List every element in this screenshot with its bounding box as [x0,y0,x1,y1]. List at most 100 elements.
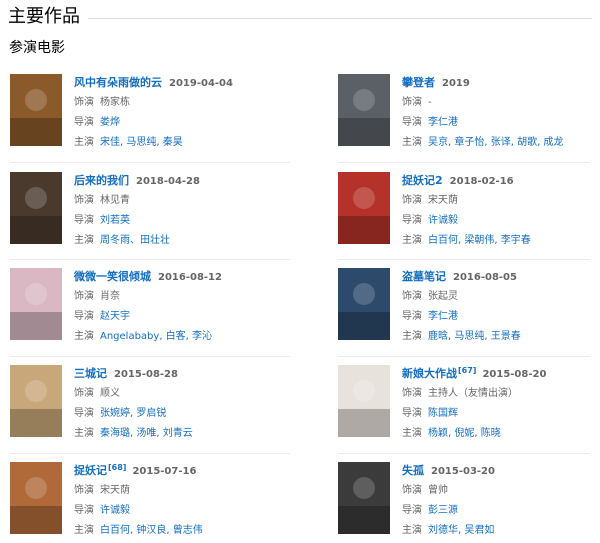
role-value: 肖奈 [100,291,120,302]
director-label: 导演 [74,117,94,128]
cast-row: 主演 白百何, 钟汉良, 曾志伟 [74,522,290,540]
film-date: 2019-04-04 [169,78,233,89]
director-label: 导演 [402,117,422,128]
film-card: 攀登者 2019 饰演 - 导演 李仁港 主演 吴京, 章子怡, 张译, 胡歌, 成龙 [338,74,600,154]
film-info: 盗墓笔记 2016-08-05 饰演 张起灵 导演 李仁港 主演 鹿晗, 马思纯, 王景… [402,268,600,346]
film-title-link[interactable]: 攀登者 [402,76,435,89]
cast-links[interactable]: 吴京, 章子怡, 张译, 胡歌, 成龙 [428,137,563,148]
director-row: 导演 娄烨 [74,114,290,132]
subsection-title: 参演电影 [9,40,65,56]
cast-row: 主演 周冬雨、田壮壮 [74,232,290,250]
cast-label: 主演 [402,235,422,246]
cast-label: 主演 [402,137,422,148]
film-title-link[interactable]: 捉妖记2 [402,174,443,187]
reference-link[interactable]: [67] [458,366,476,375]
row-divider [338,162,590,163]
cast-links[interactable]: 刘德华, 吴君如 [428,525,494,536]
film-title-link[interactable]: 新娘大作战 [402,367,457,380]
cast-row: 主演 秦海璐, 汤唯, 刘青云 [74,425,290,443]
director-link[interactable]: 许诚毅 [100,505,130,516]
cast-label: 主演 [74,525,94,536]
director-row: 导演 张婉婷, 罗启锐 [74,405,290,423]
film-poster[interactable] [338,172,390,244]
role-row: 饰演 曾帅 [402,482,600,500]
film-title-link[interactable]: 失孤 [402,464,424,477]
film-poster[interactable] [10,462,62,534]
film-title-link[interactable]: 后来的我们 [74,174,129,187]
film-poster[interactable] [10,365,62,437]
film-poster[interactable] [10,268,62,340]
director-link[interactable]: 许诚毅 [428,215,458,226]
director-link[interactable]: 彭三源 [428,505,458,516]
role-label: 饰演 [402,485,422,496]
role-label: 饰演 [74,291,94,302]
film-info: 攀登者 2019 饰演 - 导演 李仁港 主演 吴京, 章子怡, 张译, 胡歌, 成龙 [402,74,600,152]
role-label: 饰演 [74,388,94,399]
director-link[interactable]: 赵天宇 [100,311,130,322]
role-value: 张起灵 [428,291,458,302]
film-info: 三城记 2015-08-28 饰演 顺义 导演 张婉婷, 罗启锐 主演 秦海璐, 汤唯,… [74,365,290,443]
director-link[interactable]: 李仁港 [428,311,458,322]
director-link[interactable]: 张婉婷, 罗启锐 [100,408,166,419]
director-label: 导演 [402,408,422,419]
role-value: - [428,97,432,108]
role-label: 饰演 [402,388,422,399]
section-divider [88,18,592,19]
film-date: 2015-08-20 [482,369,547,380]
cast-links[interactable]: 鹿晗, 马思纯, 王景春 [428,331,521,342]
director-row: 导演 许诚毅 [402,212,600,230]
film-info: 风中有朵雨做的云 2019-04-04 饰演 杨家栋 导演 娄烨 主演 宋佳, 马思纯,… [74,74,290,152]
film-info: 捉妖记[68] 2015-07-16 饰演 宋天荫 导演 许诚毅 主演 白百何, 钟汉良… [74,462,290,540]
film-card: 失孤 2015-03-20 饰演 曾帅 导演 彭三源 主演 刘德华, 吴君如 [338,462,600,542]
director-link[interactable]: 刘若英 [100,215,130,226]
film-title-link[interactable]: 微微一笑很倾城 [74,270,151,283]
film-title-link[interactable]: 风中有朵雨做的云 [74,76,162,89]
film-date: 2018-04-28 [136,176,200,187]
director-label: 导演 [402,311,422,322]
cast-links[interactable]: Angelababy, 白客, 李沁 [100,331,212,342]
cast-links[interactable]: 白百何, 钟汉良, 曾志伟 [100,525,203,536]
film-card: 捉妖记2 2018-02-16 饰演 宋天荫 导演 许诚毅 主演 白百何, 梁朝伟, 李… [338,172,600,252]
film-poster[interactable] [338,365,390,437]
film-title-link[interactable]: 捉妖记 [74,464,107,477]
film-info: 微微一笑很倾城 2016-08-12 饰演 肖奈 导演 赵天宇 主演 Angelabab… [74,268,290,346]
role-value: 曾帅 [428,485,448,496]
role-label: 饰演 [402,195,422,206]
section-header: 主要作品 [8,4,592,30]
role-row: 饰演 - [402,94,600,112]
director-link[interactable]: 陈国辉 [428,408,458,419]
film-card: 盗墓笔记 2016-08-05 饰演 张起灵 导演 李仁港 主演 鹿晗, 马思纯, 王景… [338,268,600,348]
role-label: 饰演 [74,485,94,496]
director-row: 导演 许诚毅 [74,502,290,520]
row-divider [10,259,290,260]
cast-label: 主演 [74,137,94,148]
cast-links[interactable]: 宋佳, 马思纯, 秦昊 [100,137,183,148]
director-label: 导演 [74,311,94,322]
cast-links[interactable]: 杨颖, 倪妮, 陈晓 [428,428,501,439]
cast-links[interactable]: 白百何, 梁朝伟, 李宇春 [428,235,531,246]
film-title-link[interactable]: 盗墓笔记 [402,270,446,283]
cast-links[interactable]: 周冬雨、田壮壮 [100,235,170,246]
role-row: 饰演 宋天荫 [402,192,600,210]
film-title-link[interactable]: 三城记 [74,367,107,380]
film-poster[interactable] [338,462,390,534]
cast-row: 主演 鹿晗, 马思纯, 王景春 [402,328,600,346]
director-link[interactable]: 李仁港 [428,117,458,128]
film-poster[interactable] [338,74,390,146]
film-info: 捉妖记2 2018-02-16 饰演 宋天荫 导演 许诚毅 主演 白百何, 梁朝伟, 李… [402,172,600,250]
reference-link[interactable]: [68] [108,463,126,472]
film-date: 2016-08-12 [158,272,222,283]
role-row: 饰演 杨家栋 [74,94,290,112]
film-date: 2015-07-16 [132,466,197,477]
cast-links[interactable]: 秦海璐, 汤唯, 刘青云 [100,428,193,439]
role-value: 主持人（友情出演） [428,388,518,399]
cast-row: 主演 宋佳, 马思纯, 秦昊 [74,134,290,152]
cast-row: 主演 吴京, 章子怡, 张译, 胡歌, 成龙 [402,134,600,152]
cast-label: 主演 [74,428,94,439]
film-poster[interactable] [10,74,62,146]
film-poster[interactable] [338,268,390,340]
film-poster[interactable] [10,172,62,244]
role-value: 顺义 [100,388,120,399]
film-card: 三城记 2015-08-28 饰演 顺义 导演 张婉婷, 罗启锐 主演 秦海璐, 汤唯,… [10,365,290,445]
director-link[interactable]: 娄烨 [100,117,120,128]
